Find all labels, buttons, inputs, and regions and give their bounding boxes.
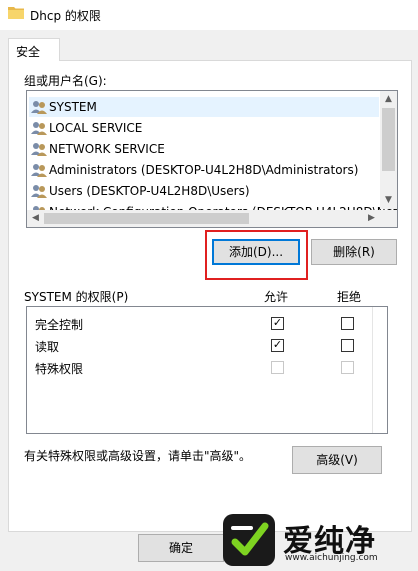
tab-security-label: 安全 (16, 45, 41, 59)
permission-row-full-control: 完全控制 ✓ (27, 312, 387, 334)
watermark-url: www.aichunjing.com (285, 553, 378, 563)
user-group-icon (31, 101, 47, 114)
scroll-left-icon[interactable]: ◀ (27, 210, 44, 227)
user-name: SYSTEM (49, 100, 97, 114)
user-list[interactable]: SYSTEM LOCAL SERVICE NETWORK SERVICE Adm… (26, 90, 398, 228)
list-item-administrators[interactable]: Administrators (DESKTOP-U4L2H8D\Administ… (29, 160, 379, 180)
vertical-scrollbar[interactable]: ▲ ▼ (380, 91, 397, 209)
allow-read-checkbox[interactable]: ✓ (271, 338, 284, 352)
window-title: Dhcp 的权限 (30, 9, 101, 23)
watermark-logo-icon (223, 514, 275, 566)
scroll-corner (380, 210, 397, 227)
scroll-down-icon[interactable]: ▼ (380, 192, 397, 209)
deny-read-checkbox[interactable] (341, 339, 354, 352)
allow-full-control-checkbox[interactable]: ✓ (271, 316, 284, 330)
group-or-user-label: 组或用户名(G): (24, 74, 107, 88)
vertical-scroll-thumb[interactable] (382, 108, 395, 171)
user-name: Administrators (DESKTOP-U4L2H8D\Administ… (49, 163, 359, 177)
list-item-network-service[interactable]: NETWORK SERVICE (29, 139, 379, 159)
permissions-scrollbar (372, 307, 387, 433)
watermark: 爱纯净 www.aichunjing.com (221, 512, 411, 568)
permission-row-special: 特殊权限 (27, 356, 387, 378)
horizontal-scroll-thumb[interactable] (44, 213, 249, 224)
ok-button[interactable]: 确定 (138, 534, 224, 562)
list-item-local-service[interactable]: LOCAL SERVICE (29, 118, 379, 138)
remove-button[interactable]: 删除(R) (311, 239, 397, 265)
scroll-right-icon[interactable]: ▶ (363, 210, 380, 227)
permission-label: 完全控制 (35, 318, 84, 332)
permissions-list: 完全控制 ✓ 读取 ✓ 特殊权限 (26, 306, 388, 434)
user-name: LOCAL SERVICE (49, 121, 143, 135)
add-button[interactable]: 添加(D)... (212, 239, 300, 265)
deny-full-control-checkbox[interactable] (341, 317, 354, 330)
user-group-icon (31, 143, 47, 156)
user-group-icon (31, 185, 47, 198)
permission-label: 特殊权限 (35, 362, 84, 376)
special-permissions-note: 有关特殊权限或高级设置，请单击"高级"。 (24, 449, 252, 463)
allow-special-checkbox (271, 361, 284, 374)
user-group-icon (31, 164, 47, 177)
folder-icon (8, 7, 24, 19)
permissions-title: SYSTEM 的权限(P) (24, 290, 129, 304)
list-item-system[interactable]: SYSTEM (29, 97, 379, 117)
horizontal-scrollbar[interactable]: ◀ ▶ (27, 210, 380, 227)
tab-security[interactable]: 安全 (8, 38, 60, 61)
list-item-users[interactable]: Users (DESKTOP-U4L2H8D\Users) (29, 181, 379, 201)
permission-label: 读取 (35, 340, 60, 354)
advanced-button[interactable]: 高级(V) (292, 446, 382, 474)
scroll-up-icon[interactable]: ▲ (380, 91, 397, 108)
permission-row-read: 读取 ✓ (27, 334, 387, 356)
user-name: NETWORK SERVICE (49, 142, 165, 156)
deny-column-header: 拒绝 (337, 290, 362, 304)
user-group-icon (31, 122, 47, 135)
title-bar: Dhcp 的权限 (0, 0, 418, 30)
user-name: Users (DESKTOP-U4L2H8D\Users) (49, 184, 250, 198)
deny-special-checkbox (341, 361, 354, 374)
allow-column-header: 允许 (264, 290, 289, 304)
